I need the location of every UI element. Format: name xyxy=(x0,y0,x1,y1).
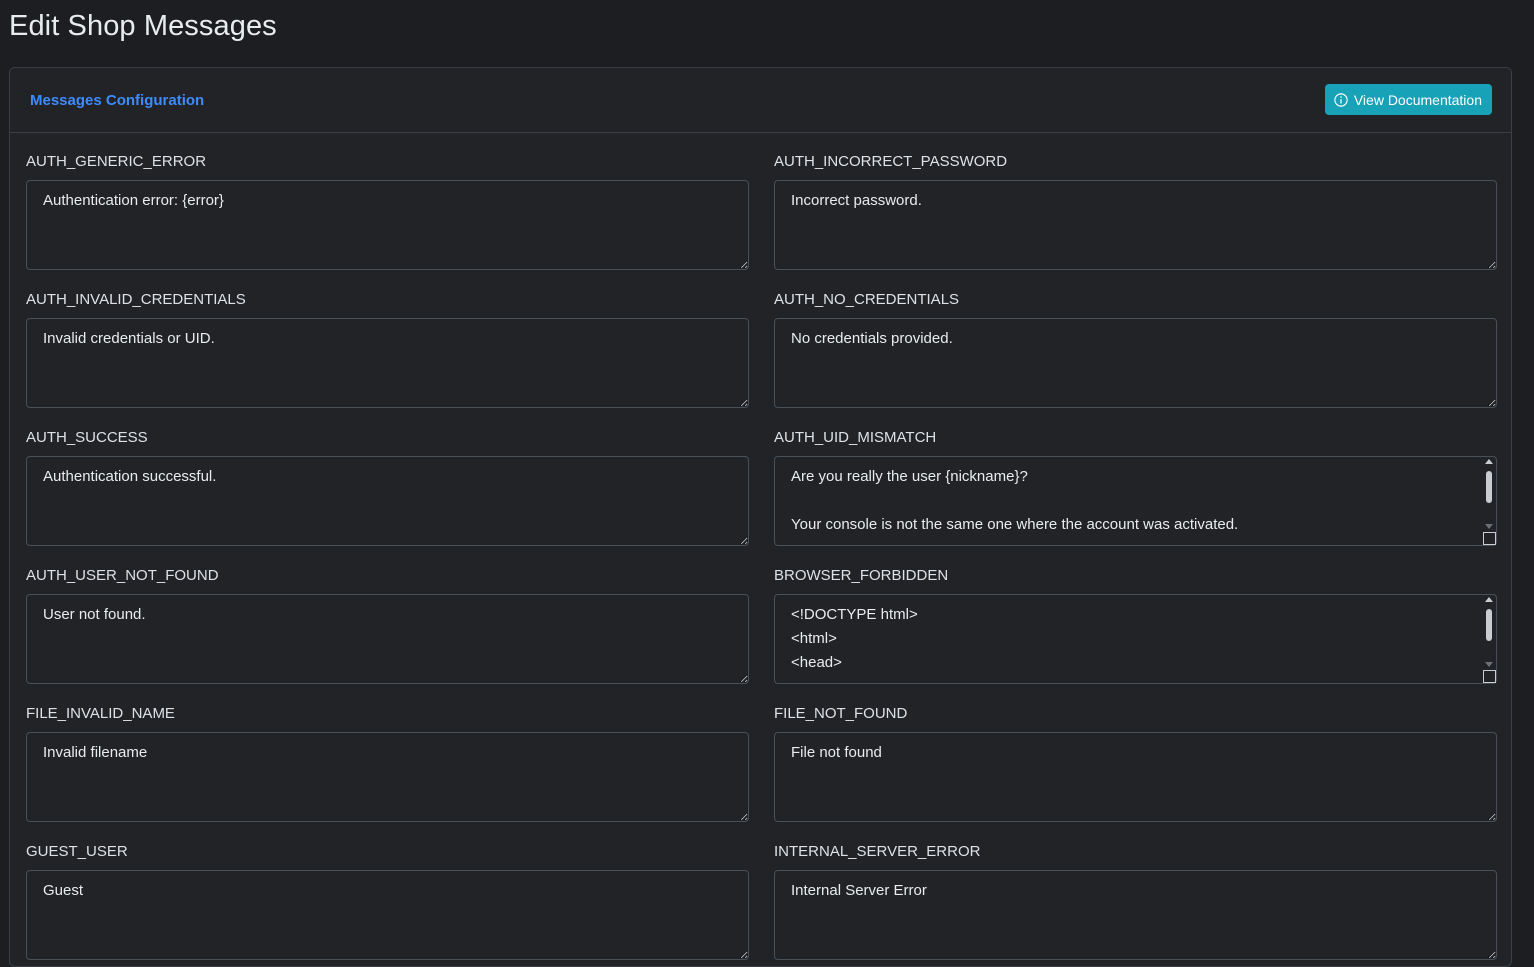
field-auth-no-credentials: AUTH_NO_CREDENTIALS No credentials provi… xyxy=(774,288,1497,426)
field-label: BROWSER_FORBIDDEN xyxy=(774,567,949,584)
message-textarea[interactable]: User not found. xyxy=(26,594,749,684)
scroll-up-icon[interactable] xyxy=(1485,459,1493,464)
field-browser-forbidden: BROWSER_FORBIDDEN <!DOCTYPE html> <html>… xyxy=(774,564,1497,702)
scroll-thumb[interactable] xyxy=(1486,609,1492,641)
field-label: INTERNAL_SERVER_ERROR xyxy=(774,843,981,860)
field-auth-success: AUTH_SUCCESS Authentication successful. xyxy=(26,426,749,564)
message-textarea[interactable]: No credentials provided. xyxy=(774,318,1497,408)
info-circle-icon xyxy=(1334,92,1348,107)
field-label: AUTH_UID_MISMATCH xyxy=(774,429,937,446)
messages-card: Messages Configuration View Documentatio… xyxy=(9,67,1512,967)
page-title: Edit Shop Messages xyxy=(9,10,277,42)
field-label: AUTH_INVALID_CREDENTIALS xyxy=(26,291,246,308)
field-file-not-found: FILE_NOT_FOUND File not found xyxy=(774,702,1497,840)
scroll-down-icon[interactable] xyxy=(1485,662,1493,667)
message-textarea[interactable]: Authentication error: {error} xyxy=(26,180,749,270)
field-guest-user: GUEST_USER Guest xyxy=(26,840,749,966)
textarea-scrollbar[interactable] xyxy=(1483,457,1495,532)
field-label: FILE_NOT_FOUND xyxy=(774,705,908,722)
field-auth-invalid-credentials: AUTH_INVALID_CREDENTIALS Invalid credent… xyxy=(26,288,749,426)
field-internal-server-error: INTERNAL_SERVER_ERROR Internal Server Er… xyxy=(774,840,1497,966)
message-textarea[interactable]: Authentication successful. xyxy=(26,456,749,546)
field-auth-generic-error: AUTH_GENERIC_ERROR Authentication error:… xyxy=(26,150,749,288)
field-auth-user-not-found: AUTH_USER_NOT_FOUND User not found. xyxy=(26,564,749,702)
field-auth-incorrect-password: AUTH_INCORRECT_PASSWORD Incorrect passwo… xyxy=(774,150,1497,288)
message-textarea[interactable]: File not found xyxy=(774,732,1497,822)
view-documentation-button[interactable]: View Documentation xyxy=(1324,84,1492,115)
card-title: Messages Configuration xyxy=(30,92,205,109)
scroll-down-icon[interactable] xyxy=(1485,524,1493,529)
message-textarea[interactable]: Are you really the user {nickname}? Your… xyxy=(774,456,1497,546)
field-label: FILE_INVALID_NAME xyxy=(26,705,175,722)
message-textarea[interactable]: <!DOCTYPE html> <html> <head> xyxy=(774,594,1497,684)
field-file-invalid-name: FILE_INVALID_NAME Invalid filename xyxy=(26,702,749,840)
view-documentation-label: View Documentation xyxy=(1353,91,1482,108)
field-label: AUTH_USER_NOT_FOUND xyxy=(26,567,219,584)
scroll-thumb[interactable] xyxy=(1486,471,1492,503)
card-header: Messages Configuration View Documentatio… xyxy=(10,68,1511,133)
message-textarea[interactable]: Guest xyxy=(26,870,749,960)
resize-handle-icon[interactable] xyxy=(1483,670,1496,683)
message-textarea[interactable]: Internal Server Error xyxy=(774,870,1497,960)
message-textarea[interactable]: Incorrect password. xyxy=(774,180,1497,270)
scroll-up-icon[interactable] xyxy=(1485,597,1493,602)
field-label: AUTH_SUCCESS xyxy=(26,429,148,446)
field-auth-uid-mismatch: AUTH_UID_MISMATCH Are you really the use… xyxy=(774,426,1497,564)
field-label: AUTH_INCORRECT_PASSWORD xyxy=(774,153,1008,170)
message-textarea[interactable]: Invalid filename xyxy=(26,732,749,822)
textarea-scrollbar[interactable] xyxy=(1483,595,1495,670)
message-textarea[interactable]: Invalid credentials or UID. xyxy=(26,318,749,408)
field-label: AUTH_GENERIC_ERROR xyxy=(26,153,207,170)
field-label: AUTH_NO_CREDENTIALS xyxy=(774,291,960,308)
field-label: GUEST_USER xyxy=(26,843,128,860)
messages-grid: AUTH_GENERIC_ERROR Authentication error:… xyxy=(26,150,1497,966)
resize-handle-icon[interactable] xyxy=(1483,532,1496,545)
